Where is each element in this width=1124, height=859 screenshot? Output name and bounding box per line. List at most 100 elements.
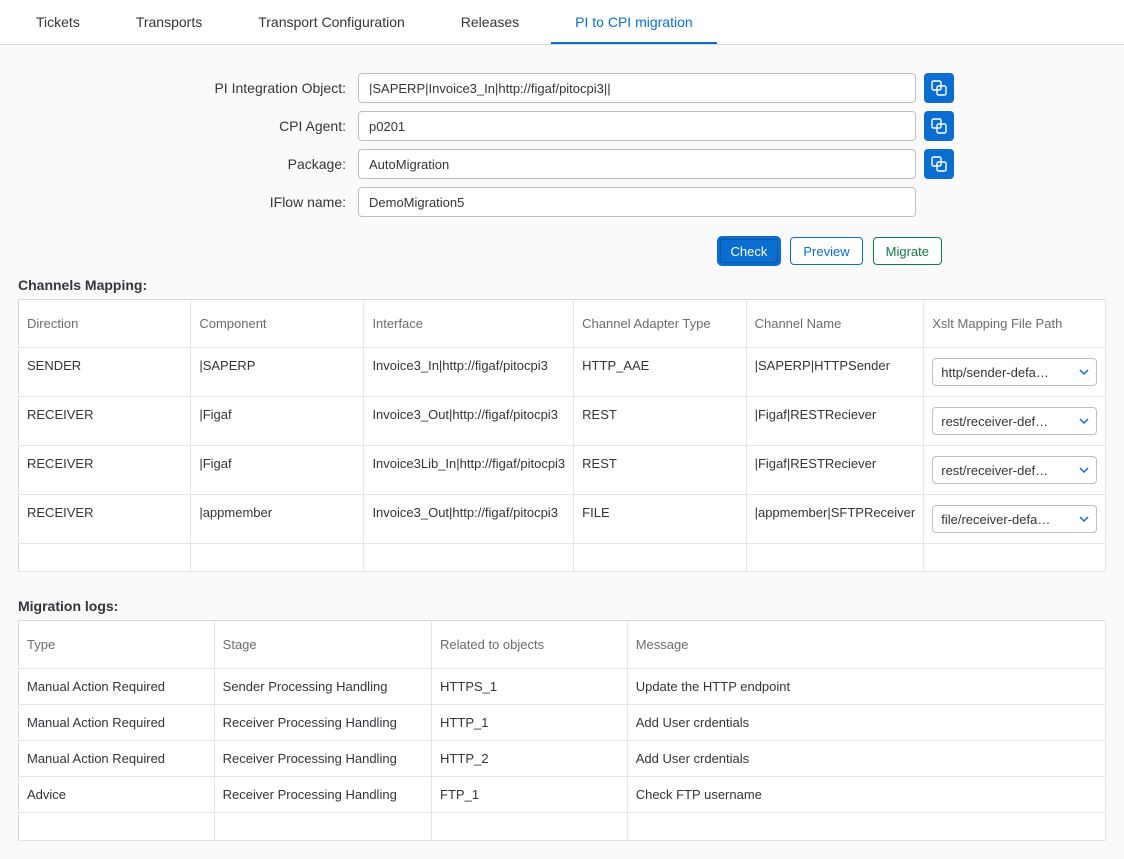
package-value-help-button[interactable] (924, 149, 954, 179)
logs-cell-related: HTTP_2 (432, 741, 628, 777)
channels-cell-interface: Invoice3Lib_In|http://figaf/pitocpi3 (364, 446, 574, 495)
logs-cell-stage: Receiver Processing Handling (214, 777, 431, 813)
logs-cell-stage: Receiver Processing Handling (214, 705, 431, 741)
channels-row: RECEIVER|appmemberInvoice3_Out|http://fi… (19, 495, 1106, 544)
logs-empty-row (19, 813, 1106, 841)
tab-tickets[interactable]: Tickets (12, 0, 104, 44)
channels-cell-channel-name: |Figaf|RESTReciever (746, 397, 924, 446)
channels-title: Channels Mapping: (0, 269, 1124, 299)
channels-cell-xslt: file/receiver-defa… (924, 495, 1106, 544)
iflow-input[interactable] (358, 187, 916, 217)
logs-cell-type: Manual Action Required (19, 669, 215, 705)
logs-row: AdviceReceiver Processing HandlingFTP_1C… (19, 777, 1106, 813)
channels-cell-xslt: rest/receiver-def… (924, 446, 1106, 495)
chevron-down-icon (1078, 464, 1090, 476)
channels-cell-channel-name: |Figaf|RESTReciever (746, 446, 924, 495)
logs-header-message: Message (627, 621, 1105, 669)
action-buttons: Check Preview Migrate (0, 233, 960, 269)
tab-transport-configuration[interactable]: Transport Configuration (234, 0, 429, 44)
channels-cell-component: |Figaf (191, 446, 364, 495)
logs-cell-message: Add User crdentials (627, 705, 1105, 741)
value-help-icon (931, 80, 947, 96)
logs-cell-related: HTTP_1 (432, 705, 628, 741)
chevron-down-icon (1078, 415, 1090, 427)
logs-cell-type: Manual Action Required (19, 705, 215, 741)
tab-pi-to-cpi-migration[interactable]: PI to CPI migration (551, 0, 717, 44)
channels-cell-direction: RECEIVER (19, 446, 191, 495)
channels-cell-adapter-type: HTTP_AAE (574, 348, 746, 397)
logs-cell-related: HTTPS_1 (432, 669, 628, 705)
logs-row: Manual Action RequiredSender Processing … (19, 669, 1106, 705)
xslt-dropdown[interactable]: http/sender-defa… (932, 358, 1097, 386)
xslt-dropdown[interactable]: rest/receiver-def… (932, 456, 1097, 484)
channels-cell-adapter-type: REST (574, 397, 746, 446)
logs-cell-type: Advice (19, 777, 215, 813)
logs-cell-stage: Receiver Processing Handling (214, 741, 431, 777)
xslt-dropdown[interactable]: rest/receiver-def… (932, 407, 1097, 435)
migrate-button[interactable]: Migrate (873, 237, 942, 265)
value-help-icon (931, 118, 947, 134)
channels-cell-direction: RECEIVER (19, 397, 191, 446)
channels-header-direction: Direction (19, 300, 191, 348)
logs-header-related: Related to objects (432, 621, 628, 669)
pi-object-label: PI Integration Object: (18, 80, 358, 96)
channels-header-interface: Interface (364, 300, 574, 348)
main-tabs: Tickets Transports Transport Configurati… (0, 0, 1124, 45)
xslt-dropdown-value: http/sender-defa… (941, 365, 1049, 380)
channels-cell-xslt: http/sender-defa… (924, 348, 1106, 397)
channels-row: RECEIVER|FigafInvoice3_Out|http://figaf/… (19, 397, 1106, 446)
value-help-icon (931, 156, 947, 172)
pi-object-input[interactable] (358, 73, 916, 103)
logs-table: Type Stage Related to objects Message Ma… (18, 620, 1106, 841)
cpi-agent-value-help-button[interactable] (924, 111, 954, 141)
channels-cell-channel-name: |SAPERP|HTTPSender (746, 348, 924, 397)
package-input[interactable] (358, 149, 916, 179)
channels-cell-interface: Invoice3_In|http://figaf/pitocpi3 (364, 348, 574, 397)
logs-row: Manual Action RequiredReceiver Processin… (19, 705, 1106, 741)
logs-cell-message: Update the HTTP endpoint (627, 669, 1105, 705)
logs-cell-message: Add User crdentials (627, 741, 1105, 777)
channels-empty-row (19, 544, 1106, 572)
logs-header-type: Type (19, 621, 215, 669)
channels-cell-component: |appmember (191, 495, 364, 544)
channels-row: RECEIVER|FigafInvoice3Lib_In|http://figa… (19, 446, 1106, 495)
channels-cell-component: |SAPERP (191, 348, 364, 397)
logs-title: Migration logs: (0, 590, 1124, 620)
logs-cell-related: FTP_1 (432, 777, 628, 813)
cpi-agent-label: CPI Agent: (18, 118, 358, 134)
channels-cell-channel-name: |appmember|SFTPReceiver (746, 495, 924, 544)
check-button[interactable]: Check (718, 237, 781, 265)
channels-header-component: Component (191, 300, 364, 348)
pi-object-value-help-button[interactable] (924, 73, 954, 103)
preview-button[interactable]: Preview (790, 237, 862, 265)
logs-row: Manual Action RequiredReceiver Processin… (19, 741, 1106, 777)
logs-cell-type: Manual Action Required (19, 741, 215, 777)
channels-row: SENDER|SAPERPInvoice3_In|http://figaf/pi… (19, 348, 1106, 397)
cpi-agent-input[interactable] (358, 111, 916, 141)
tab-releases[interactable]: Releases (437, 0, 543, 44)
logs-cell-stage: Sender Processing Handling (214, 669, 431, 705)
xslt-dropdown[interactable]: file/receiver-defa… (932, 505, 1097, 533)
chevron-down-icon (1078, 513, 1090, 525)
channels-cell-direction: RECEIVER (19, 495, 191, 544)
logs-cell-message: Check FTP username (627, 777, 1105, 813)
package-label: Package: (18, 156, 358, 172)
channels-header-channel-name: Channel Name (746, 300, 924, 348)
xslt-dropdown-value: file/receiver-defa… (941, 512, 1050, 527)
channels-cell-adapter-type: FILE (574, 495, 746, 544)
channels-cell-adapter-type: REST (574, 446, 746, 495)
channels-cell-xslt: rest/receiver-def… (924, 397, 1106, 446)
xslt-dropdown-value: rest/receiver-def… (941, 414, 1048, 429)
channels-header-adapter-type: Channel Adapter Type (574, 300, 746, 348)
channels-header-xslt: Xslt Mapping File Path (924, 300, 1106, 348)
channels-table: Direction Component Interface Channel Ad… (18, 299, 1106, 572)
channels-cell-direction: SENDER (19, 348, 191, 397)
chevron-down-icon (1078, 366, 1090, 378)
channels-cell-component: |Figaf (191, 397, 364, 446)
channels-cell-interface: Invoice3_Out|http://figaf/pitocpi3 (364, 397, 574, 446)
xslt-dropdown-value: rest/receiver-def… (941, 463, 1048, 478)
channels-cell-interface: Invoice3_Out|http://figaf/pitocpi3 (364, 495, 574, 544)
logs-header-stage: Stage (214, 621, 431, 669)
iflow-label: IFlow name: (18, 194, 358, 210)
tab-transports[interactable]: Transports (112, 0, 226, 44)
